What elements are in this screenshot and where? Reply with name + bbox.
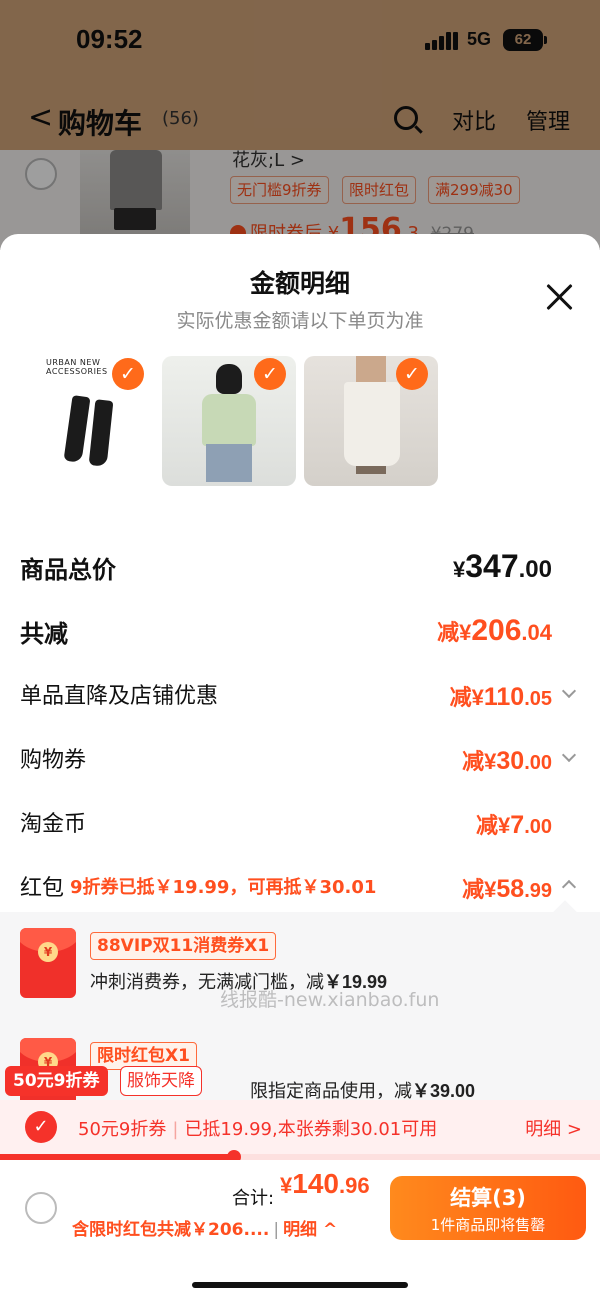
- row-coins-label: 淘金币: [20, 812, 87, 837]
- chevron-down-icon[interactable]: [561, 747, 577, 763]
- overlay-dim[interactable]: [0, 0, 600, 250]
- sheet-title: 金额明细: [249, 269, 350, 298]
- check-icon[interactable]: ✓: [396, 358, 428, 390]
- watermark-text: 线报酷-new.xianbao.fun: [220, 989, 440, 1011]
- red-envelope-icon: ¥: [20, 928, 76, 998]
- row-coins-amount: 减¥7.00: [476, 811, 552, 839]
- row-voucher-label: 购物券: [20, 748, 87, 773]
- select-all-radio[interactable]: [25, 1192, 57, 1224]
- row-reduce-amount: 减¥206.04: [437, 614, 552, 647]
- row-hongbao-label: 红包: [20, 876, 65, 901]
- promo-pill-coupon[interactable]: 50元9折券: [5, 1066, 108, 1096]
- check-icon[interactable]: ✓: [25, 1111, 57, 1143]
- chevron-down-icon[interactable]: [561, 683, 577, 699]
- product-thumb-socks[interactable]: URBAN NEW ACCESSORIES ✓: [20, 356, 154, 486]
- row-reduce-label: 共减: [20, 620, 68, 648]
- checkout-bar: 合计: ¥140.96 含限时红包共减￥206.... | 明细 ^ 结算(3) 1…: [0, 1160, 600, 1300]
- saving-text[interactable]: 含限时红包共减￥206.... | 明细 ^: [72, 1215, 337, 1240]
- row-total-label: 商品总价: [20, 556, 116, 584]
- hongbao-note: 9折券已抵￥19.99，可再抵￥30.01: [70, 877, 377, 898]
- sheet-subtitle: 实际优惠金额请以下单页为准: [176, 310, 424, 332]
- row-voucher-amount[interactable]: 减¥30.00: [462, 744, 552, 776]
- checkout-button[interactable]: 结算(3) 1件商品即将售罄: [390, 1176, 586, 1240]
- check-icon[interactable]: ✓: [112, 358, 144, 390]
- chevron-up-icon[interactable]: [561, 879, 577, 895]
- row-hongbao-amount[interactable]: 减¥58.99: [462, 872, 552, 904]
- home-indicator[interactable]: [192, 1282, 408, 1288]
- check-icon[interactable]: ✓: [254, 358, 286, 390]
- product-thumb-skirt[interactable]: ✓: [304, 356, 438, 486]
- row-total-amount: ¥347.00: [452, 548, 552, 584]
- promo-pill-category[interactable]: 服饰天降: [120, 1066, 202, 1096]
- product-thumb-cardigan[interactable]: ✓: [162, 356, 296, 486]
- coupon-detail-link[interactable]: 明细 >: [525, 1115, 582, 1141]
- coupon-status-text: 50元9折券 | 已抵19.99,本张券剩30.01可用: [78, 1119, 438, 1140]
- total-label: 合计:: [232, 1188, 275, 1209]
- checkout-label: 结算(3): [450, 1186, 526, 1210]
- checkout-sublabel: 1件商品即将售罄: [430, 1216, 546, 1234]
- row-shop-label: 单品直降及店铺优惠: [20, 684, 219, 709]
- total-amount: ¥140.96: [280, 1168, 370, 1199]
- coupon-tag: 88VIP双11消费券X1: [90, 932, 277, 960]
- close-icon[interactable]: [545, 282, 575, 312]
- row-shop-amount[interactable]: 减¥110.05: [450, 680, 552, 712]
